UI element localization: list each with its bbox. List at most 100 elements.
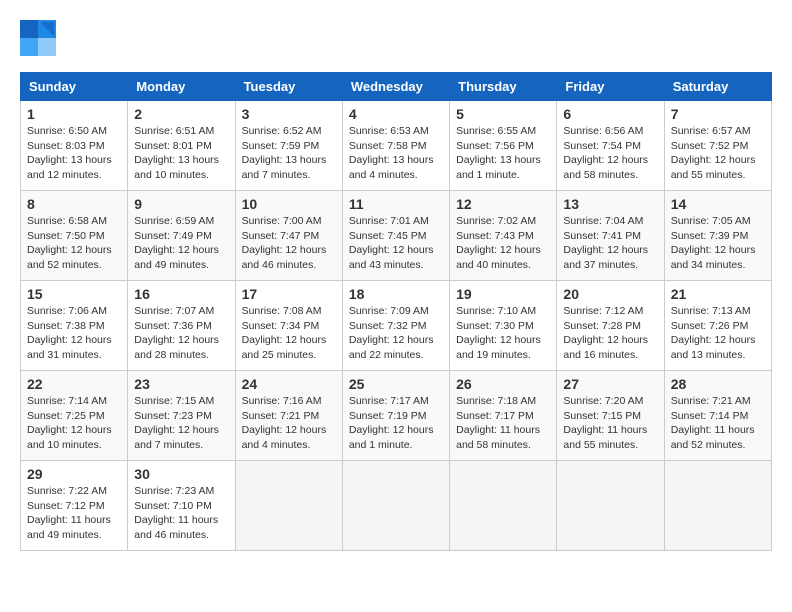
day-info: Sunrise: 7:22 AM Sunset: 7:12 PM Dayligh… (27, 484, 121, 543)
calendar-cell: 16Sunrise: 7:07 AM Sunset: 7:36 PM Dayli… (128, 281, 235, 371)
day-info: Sunrise: 7:20 AM Sunset: 7:15 PM Dayligh… (563, 394, 657, 453)
day-info: Sunrise: 7:02 AM Sunset: 7:43 PM Dayligh… (456, 214, 550, 273)
day-number: 2 (134, 106, 228, 122)
day-info: Sunrise: 6:55 AM Sunset: 7:56 PM Dayligh… (456, 124, 550, 183)
day-number: 19 (456, 286, 550, 302)
day-info: Sunrise: 6:58 AM Sunset: 7:50 PM Dayligh… (27, 214, 121, 273)
day-info: Sunrise: 7:14 AM Sunset: 7:25 PM Dayligh… (27, 394, 121, 453)
calendar-week-row: 22 Sunrise: 7:14 AM Sunset: 7:25 PM Dayli… (21, 371, 772, 461)
calendar-cell: 23Sunrise: 7:15 AM Sunset: 7:23 PM Dayli… (128, 371, 235, 461)
day-number: 26 (456, 376, 550, 392)
calendar-week-row: 1Sunrise: 6:50 AM Sunset: 8:03 PM Daylig… (21, 101, 772, 191)
day-number: 8 (27, 196, 121, 212)
calendar-week-row: 29 Sunrise: 7:22 AM Sunset: 7:12 PM Dayli… (21, 461, 772, 551)
calendar-cell: 8 Sunrise: 6:58 AM Sunset: 7:50 PM Daylig… (21, 191, 128, 281)
day-number: 27 (563, 376, 657, 392)
day-info: Sunrise: 7:09 AM Sunset: 7:32 PM Dayligh… (349, 304, 443, 363)
calendar-cell: 20Sunrise: 7:12 AM Sunset: 7:28 PM Dayli… (557, 281, 664, 371)
day-info: Sunrise: 7:04 AM Sunset: 7:41 PM Dayligh… (563, 214, 657, 273)
day-number: 5 (456, 106, 550, 122)
day-info: Sunrise: 6:52 AM Sunset: 7:59 PM Dayligh… (242, 124, 336, 183)
calendar-cell: 28Sunrise: 7:21 AM Sunset: 7:14 PM Dayli… (664, 371, 771, 461)
calendar-cell: 25 Sunrise: 7:17 AM Sunset: 7:19 PM Dayli… (342, 371, 449, 461)
day-info: Sunrise: 6:57 AM Sunset: 7:52 PM Dayligh… (671, 124, 765, 183)
logo-icon (20, 20, 56, 56)
col-header-monday: Monday (128, 73, 235, 101)
day-number: 23 (134, 376, 228, 392)
calendar-week-row: 8 Sunrise: 6:58 AM Sunset: 7:50 PM Daylig… (21, 191, 772, 281)
day-info: Sunrise: 7:17 AM Sunset: 7:19 PM Dayligh… (349, 394, 443, 453)
calendar-cell: 2 Sunrise: 6:51 AM Sunset: 8:01 PM Daylig… (128, 101, 235, 191)
calendar-cell (557, 461, 664, 551)
calendar-cell: 5 Sunrise: 6:55 AM Sunset: 7:56 PM Daylig… (450, 101, 557, 191)
day-info: Sunrise: 7:06 AM Sunset: 7:38 PM Dayligh… (27, 304, 121, 363)
day-number: 7 (671, 106, 765, 122)
calendar-header-row: SundayMondayTuesdayWednesdayThursdayFrid… (21, 73, 772, 101)
calendar-cell: 26 Sunrise: 7:18 AM Sunset: 7:17 PM Dayli… (450, 371, 557, 461)
calendar-cell: 11 Sunrise: 7:01 AM Sunset: 7:45 PM Dayli… (342, 191, 449, 281)
col-header-sunday: Sunday (21, 73, 128, 101)
day-number: 11 (349, 196, 443, 212)
day-number: 21 (671, 286, 765, 302)
day-info: Sunrise: 7:01 AM Sunset: 7:45 PM Dayligh… (349, 214, 443, 273)
day-number: 13 (563, 196, 657, 212)
day-number: 12 (456, 196, 550, 212)
day-info: Sunrise: 7:18 AM Sunset: 7:17 PM Dayligh… (456, 394, 550, 453)
calendar-table: SundayMondayTuesdayWednesdayThursdayFrid… (20, 72, 772, 551)
calendar-cell: 17Sunrise: 7:08 AM Sunset: 7:34 PM Dayli… (235, 281, 342, 371)
calendar-cell: 7 Sunrise: 6:57 AM Sunset: 7:52 PM Daylig… (664, 101, 771, 191)
day-number: 4 (349, 106, 443, 122)
day-number: 29 (27, 466, 121, 482)
day-number: 15 (27, 286, 121, 302)
calendar-cell: 15 Sunrise: 7:06 AM Sunset: 7:38 PM Dayli… (21, 281, 128, 371)
day-info: Sunrise: 7:05 AM Sunset: 7:39 PM Dayligh… (671, 214, 765, 273)
calendar-cell: 4 Sunrise: 6:53 AM Sunset: 7:58 PM Daylig… (342, 101, 449, 191)
calendar-cell: 1Sunrise: 6:50 AM Sunset: 8:03 PM Daylig… (21, 101, 128, 191)
calendar-cell: 10Sunrise: 7:00 AM Sunset: 7:47 PM Dayli… (235, 191, 342, 281)
calendar-cell: 6 Sunrise: 6:56 AM Sunset: 7:54 PM Daylig… (557, 101, 664, 191)
calendar-cell: 14 Sunrise: 7:05 AM Sunset: 7:39 PM Dayli… (664, 191, 771, 281)
day-info: Sunrise: 6:59 AM Sunset: 7:49 PM Dayligh… (134, 214, 228, 273)
day-number: 1 (27, 106, 121, 122)
day-info: Sunrise: 6:51 AM Sunset: 8:01 PM Dayligh… (134, 124, 228, 183)
calendar-cell: 30Sunrise: 7:23 AM Sunset: 7:10 PM Dayli… (128, 461, 235, 551)
calendar-cell: 3Sunrise: 6:52 AM Sunset: 7:59 PM Daylig… (235, 101, 342, 191)
calendar-cell: 12 Sunrise: 7:02 AM Sunset: 7:43 PM Dayli… (450, 191, 557, 281)
day-number: 10 (242, 196, 336, 212)
col-header-saturday: Saturday (664, 73, 771, 101)
day-info: Sunrise: 7:16 AM Sunset: 7:21 PM Dayligh… (242, 394, 336, 453)
day-number: 25 (349, 376, 443, 392)
day-info: Sunrise: 6:53 AM Sunset: 7:58 PM Dayligh… (349, 124, 443, 183)
col-header-friday: Friday (557, 73, 664, 101)
calendar-cell: 18Sunrise: 7:09 AM Sunset: 7:32 PM Dayli… (342, 281, 449, 371)
col-header-thursday: Thursday (450, 73, 557, 101)
calendar-cell: 19 Sunrise: 7:10 AM Sunset: 7:30 PM Dayli… (450, 281, 557, 371)
calendar-cell (450, 461, 557, 551)
calendar-cell: 13 Sunrise: 7:04 AM Sunset: 7:41 PM Dayli… (557, 191, 664, 281)
logo (20, 20, 60, 56)
day-number: 20 (563, 286, 657, 302)
calendar-cell: 22 Sunrise: 7:14 AM Sunset: 7:25 PM Dayli… (21, 371, 128, 461)
calendar-cell: 9Sunrise: 6:59 AM Sunset: 7:49 PM Daylig… (128, 191, 235, 281)
day-number: 6 (563, 106, 657, 122)
day-info: Sunrise: 7:07 AM Sunset: 7:36 PM Dayligh… (134, 304, 228, 363)
calendar-cell (235, 461, 342, 551)
calendar-cell: 29 Sunrise: 7:22 AM Sunset: 7:12 PM Dayli… (21, 461, 128, 551)
day-info: Sunrise: 7:13 AM Sunset: 7:26 PM Dayligh… (671, 304, 765, 363)
day-info: Sunrise: 7:21 AM Sunset: 7:14 PM Dayligh… (671, 394, 765, 453)
day-number: 22 (27, 376, 121, 392)
calendar-cell: 24 Sunrise: 7:16 AM Sunset: 7:21 PM Dayli… (235, 371, 342, 461)
calendar-cell (664, 461, 771, 551)
day-info: Sunrise: 7:08 AM Sunset: 7:34 PM Dayligh… (242, 304, 336, 363)
day-number: 24 (242, 376, 336, 392)
day-info: Sunrise: 6:56 AM Sunset: 7:54 PM Dayligh… (563, 124, 657, 183)
calendar-cell: 27 Sunrise: 7:20 AM Sunset: 7:15 PM Dayli… (557, 371, 664, 461)
day-info: Sunrise: 7:23 AM Sunset: 7:10 PM Dayligh… (134, 484, 228, 543)
calendar-cell: 21 Sunrise: 7:13 AM Sunset: 7:26 PM Dayli… (664, 281, 771, 371)
calendar-cell (342, 461, 449, 551)
header (20, 20, 772, 56)
day-number: 14 (671, 196, 765, 212)
calendar-week-row: 15 Sunrise: 7:06 AM Sunset: 7:38 PM Dayli… (21, 281, 772, 371)
col-header-tuesday: Tuesday (235, 73, 342, 101)
day-info: Sunrise: 7:10 AM Sunset: 7:30 PM Dayligh… (456, 304, 550, 363)
